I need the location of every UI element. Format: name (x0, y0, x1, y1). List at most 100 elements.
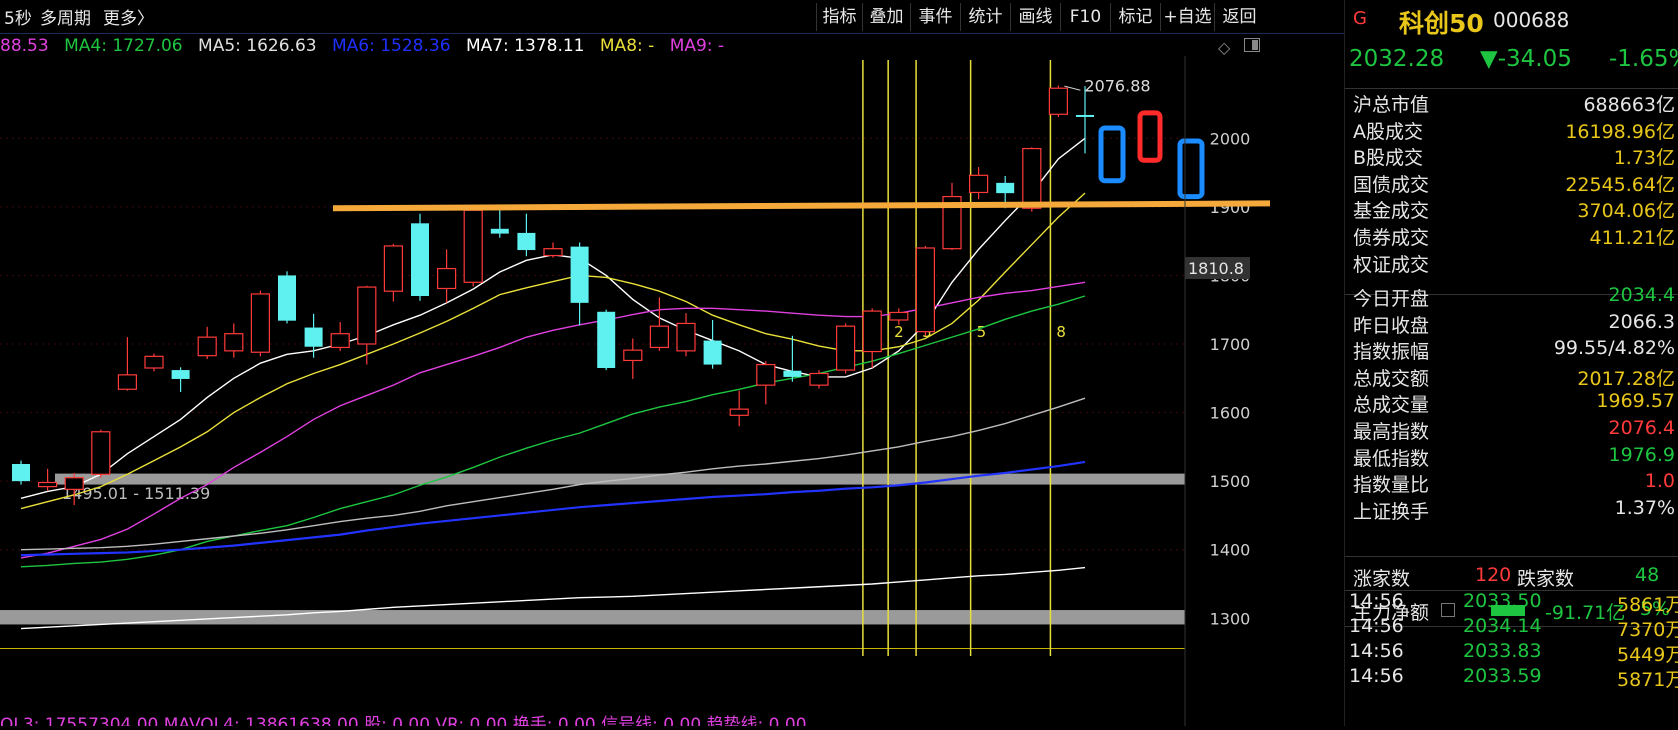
stat-row: 最低指数 1976.9 (1349, 444, 1678, 472)
candle-body-down (783, 370, 802, 377)
marker-number: 5 (977, 323, 987, 341)
quote-panel: G 科创50 000688 2032.28 ▼-34.05 -1.65% 沪总市… (1344, 0, 1678, 726)
panel-toggle-icon[interactable] (1244, 38, 1260, 52)
stat-label: 沪总市值 (1353, 94, 1430, 116)
tick-time: 14:56 (1349, 590, 1404, 612)
ma-legend-item: 88.53 (0, 36, 49, 56)
candle-body-up (197, 336, 217, 357)
annotation-box-blue (1098, 125, 1126, 184)
period-selector[interactable]: 5秒 (4, 4, 32, 29)
annotation-box-blue (1177, 138, 1205, 200)
tick-price: 2033.59 (1463, 665, 1542, 687)
tick-time: 14:56 (1349, 665, 1404, 687)
candle-body-up (437, 267, 457, 290)
diamond-icon[interactable]: ◇ (1218, 38, 1230, 57)
price-change-pct: -1.65% (1609, 46, 1678, 72)
candle-body-up (91, 431, 111, 475)
back-button[interactable]: 返回 (1214, 3, 1264, 31)
statistics-button[interactable]: 统计 (960, 3, 1010, 31)
candle-body-up (383, 245, 403, 292)
tick-row: 14:56 2033.59 5871万 (1349, 665, 1678, 693)
down-count-label: 跌家数 (1517, 568, 1575, 590)
f10-button[interactable]: F10 (1060, 3, 1110, 31)
chart-toolbar: 5秒 多周期 更多〉 指标 叠加 事件 统计 画线 F10 标记 +自选 返回 (0, 0, 1344, 34)
candle-body-up (250, 293, 270, 353)
candle-body-up (809, 372, 829, 386)
ma-legend-item: MA9: - (669, 36, 725, 56)
stat-label: 指数量比 (1353, 474, 1430, 497)
stat-row: 基金成交 3704.06亿 (1349, 196, 1678, 224)
candle-body-up (676, 322, 696, 352)
stat-label: 总成交额 (1353, 367, 1430, 390)
annotation-box-red (1137, 110, 1163, 163)
candle-body-down (171, 370, 190, 379)
stat-value: 2034.4 (1608, 284, 1675, 306)
stat-row: 国债成交 22545.64亿 (1349, 170, 1678, 198)
divider (1345, 88, 1678, 89)
stat-label: 今日开盘 (1353, 288, 1430, 310)
candle-body-up (117, 374, 138, 390)
stat-row: 总成交额 2017.28亿 (1349, 364, 1678, 392)
stat-value: 99.55/4.82% (1553, 337, 1675, 360)
y-tick-label: 1300 (1210, 609, 1251, 628)
candle-body-up (64, 477, 84, 490)
candle-body-up (835, 325, 856, 371)
candle-body-up (1048, 87, 1069, 115)
more-button[interactable]: 更多〉 (103, 4, 154, 29)
ma-legend-item: MA5: 1626.63 (198, 36, 317, 56)
stat-row: 沪总市值 688663亿 (1349, 90, 1678, 118)
candle-body-down (703, 340, 722, 365)
ma-line (20, 192, 1086, 510)
tick-volume: 5871万 (1617, 669, 1678, 691)
overlay-button[interactable]: 叠加 (862, 3, 910, 31)
tick-volume: 5861万 (1617, 594, 1678, 616)
y-tick-label: 1400 (1210, 541, 1251, 560)
up-count-label: 涨家数 (1353, 568, 1411, 590)
tick-row: 14:56 2033.50 5861万 (1349, 590, 1678, 618)
candle-body-down (517, 232, 536, 251)
stat-value: 16198.96亿 (1565, 120, 1675, 143)
tick-time: 14:56 (1349, 640, 1404, 662)
stat-row: 总成交量 1969.57 (1349, 390, 1678, 418)
candle-body-down (570, 246, 589, 303)
stat-label: 总成交量 (1353, 394, 1430, 417)
stat-row: 上证换手 1.37% (1349, 497, 1678, 525)
stat-value: 1.37% (1614, 496, 1675, 519)
stat-value: 22545.64亿 (1565, 173, 1675, 196)
stat-value: 2066.3 (1608, 310, 1675, 333)
stat-label: 债券成交 (1353, 227, 1430, 249)
candle-body-up (623, 349, 643, 362)
kline-chart[interactable]: 200019001800170016001500140013001495.01 … (0, 56, 1344, 726)
candle-body-up (862, 310, 882, 353)
y-tick-label: 1700 (1210, 335, 1251, 354)
candle-body-up (729, 408, 749, 416)
add-watchlist-button[interactable]: +自选 (1160, 3, 1214, 31)
draw-line-button[interactable]: 画线 (1010, 3, 1060, 31)
marker-number: 8 (1056, 323, 1066, 341)
stat-label: 指数振幅 (1353, 341, 1430, 364)
stat-label: 权证成交 (1353, 253, 1430, 276)
candle-body-up (915, 247, 936, 333)
candle-body-up (330, 333, 350, 349)
stat-value: 1.73亿 (1613, 147, 1675, 170)
volume-indicator-legend: OL3: 17557304.00 MAVOL4: 13861638.00 股: … (0, 715, 807, 726)
up-count: 120 (1475, 564, 1512, 586)
tick-volume: 5449万 (1617, 644, 1678, 666)
stat-row: B股成交 1.73亿 (1349, 143, 1678, 171)
multi-period-button[interactable]: 多周期 (40, 4, 91, 29)
indicator-button[interactable]: 指标 (816, 3, 862, 31)
tick-row: 14:56 2034.14 7370万 (1349, 615, 1678, 643)
y-tick-label: 1500 (1210, 472, 1251, 491)
y-tick-label: 2000 (1210, 129, 1251, 148)
stat-label: B股成交 (1353, 147, 1424, 170)
ma-legend: 88.53 MA4: 1727.06 MA5: 1626.63 MA6: 152… (0, 36, 734, 56)
stat-row: 最高指数 2076.4 (1349, 417, 1678, 445)
ma-legend-item: MA6: 1528.36 (331, 36, 451, 56)
stat-value: 411.21亿 (1589, 227, 1675, 249)
ma-legend-item: MA8: - (599, 36, 655, 56)
mark-button[interactable]: 标记 (1110, 3, 1160, 31)
event-button[interactable]: 事件 (910, 3, 960, 31)
market-flag: G (1353, 8, 1367, 29)
stat-label: 基金成交 (1353, 200, 1430, 223)
candle-body-up (224, 333, 244, 352)
